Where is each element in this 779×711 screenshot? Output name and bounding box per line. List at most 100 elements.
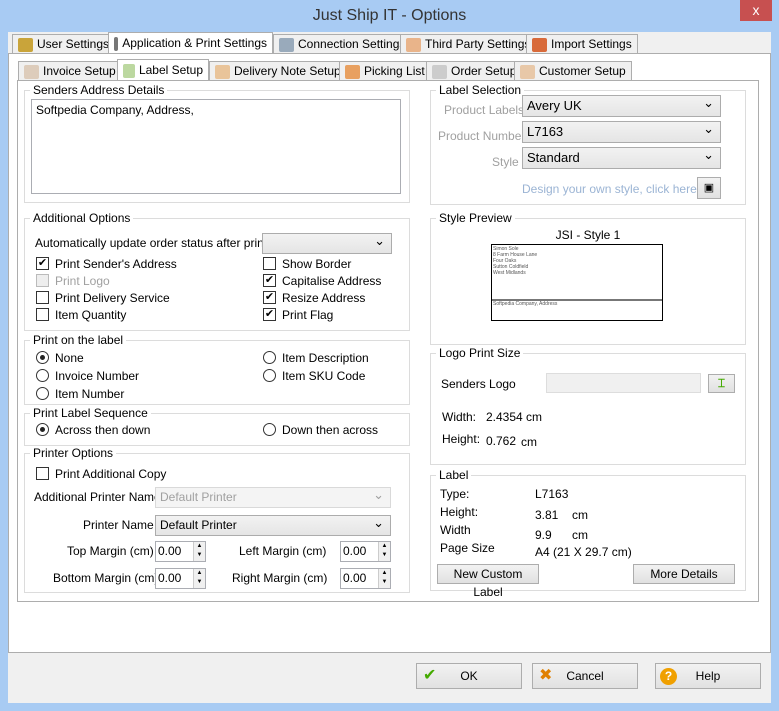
style-select[interactable]: Standard (522, 145, 721, 169)
logo-width-label: Width: (442, 410, 477, 424)
top-margin-spinner[interactable]: 0.00 ▲ ▼ (155, 541, 206, 562)
order-icon (432, 64, 447, 79)
tab-label: Picking List (364, 64, 425, 78)
tab-order-setup[interactable]: Order Setup (426, 61, 523, 81)
print-on-radio[interactable] (263, 351, 276, 364)
tab-customer-setup[interactable]: Customer Setup (514, 61, 632, 81)
auto-update-select[interactable] (262, 231, 392, 254)
option-checkbox[interactable]: ✔ (36, 257, 49, 270)
top-margin-label: Top Margin (cm) (67, 544, 154, 558)
bottom-margin-spinner[interactable]: 0.00 ▲ ▼ (155, 568, 206, 589)
senders-logo-field[interactable] (546, 373, 701, 393)
option-checkbox[interactable]: ✔ (263, 274, 276, 287)
tab-import[interactable]: Import Settings (526, 34, 638, 54)
tab-label: Delivery Note Setup (234, 64, 341, 78)
logo-print-size-group: Logo Print Size (430, 346, 746, 465)
option-label: Print Sender's Address (55, 257, 177, 271)
spin-arrows-icon[interactable]: ▲ ▼ (378, 569, 390, 588)
ok-button[interactable]: ✔ OK (416, 663, 522, 689)
tab-picking-list[interactable]: Picking List (339, 61, 431, 81)
tab-connection[interactable]: Connection Settings (273, 34, 412, 54)
sequence-radio[interactable] (263, 423, 276, 436)
additional-copy-checkbox[interactable] (36, 467, 49, 480)
radio-label: Item Description (282, 351, 369, 365)
close-button[interactable]: x (740, 0, 772, 21)
preview-footer: Softpedia Company, Address (493, 301, 558, 307)
help-icon: ? (660, 668, 677, 685)
gear-user-icon (18, 37, 33, 52)
print-on-radio[interactable] (36, 387, 49, 400)
designer-icon: ▣ (703, 182, 715, 194)
additional-printer-select[interactable]: Default Printer (155, 485, 391, 508)
help-label: Help (695, 669, 721, 683)
more-details-button[interactable]: More Details (633, 564, 735, 584)
option-checkbox[interactable] (36, 291, 49, 304)
spin-arrows-icon[interactable]: ▲ ▼ (193, 569, 205, 588)
tab-label: Invoice Setup (43, 64, 116, 78)
group-label: Print Label Sequence (30, 406, 151, 420)
option-label: Capitalise Address (282, 274, 382, 288)
tab-application-print[interactable]: Application & Print Settings (108, 32, 273, 54)
product-labels-label: Product Labels (444, 103, 525, 117)
senders-address-textarea[interactable]: Softpedia Company, Address, (31, 99, 401, 194)
type-label: Type: (440, 487, 470, 501)
value: 0.00 (158, 571, 182, 585)
option-checkbox[interactable] (263, 257, 276, 270)
value: 0.00 (343, 544, 367, 558)
option-checkbox[interactable] (36, 274, 49, 287)
radio-label: Down then across (282, 423, 379, 437)
spin-arrows-icon[interactable]: ▲ ▼ (378, 542, 390, 561)
product-labels-select[interactable]: Avery UK (522, 93, 721, 117)
printer-name-label: Printer Name (83, 518, 154, 532)
option-checkbox[interactable]: ✔ (263, 308, 276, 321)
style-label: Style (492, 155, 519, 169)
spin-arrows-icon[interactable]: ▲ ▼ (193, 542, 205, 561)
browse-logo-button[interactable]: ⌶ (708, 374, 735, 393)
cancel-button[interactable]: ✖ Cancel (532, 663, 638, 689)
page-size-value: A4 (21 X 29.7 cm) (535, 545, 632, 559)
group-label: Logo Print Size (436, 346, 524, 360)
option-checkbox[interactable] (36, 308, 49, 321)
new-custom-label-button[interactable]: New Custom Label (437, 564, 539, 599)
logo-height-label: Height: (442, 432, 481, 446)
delivery-note-icon (215, 64, 230, 79)
tab-delivery-note[interactable]: Delivery Note Setup (209, 61, 347, 81)
group-label: Print on the label (30, 333, 127, 347)
option-label: Resize Address (282, 291, 366, 305)
window-title: Just Ship IT - Options (312, 7, 467, 24)
print-on-radio[interactable] (263, 369, 276, 382)
group-label: Label (436, 468, 472, 482)
right-margin-spinner[interactable]: 0.00 ▲ ▼ (340, 568, 391, 589)
group-label: Additional Options (30, 211, 134, 225)
print-on-radio[interactable] (36, 369, 49, 382)
help-button[interactable]: ? Help (655, 663, 761, 689)
customer-icon (520, 64, 535, 79)
check-icon: ✔ (423, 667, 437, 684)
option-label: Print Flag (282, 308, 334, 322)
height-unit: cm (572, 508, 588, 522)
left-margin-spinner[interactable]: 0.00 ▲ ▼ (340, 541, 391, 562)
tab-label-setup[interactable]: Label Setup (117, 59, 209, 81)
product-number-select[interactable]: L7163 (522, 119, 721, 143)
height-label: Height: (440, 505, 479, 519)
tab-user-settings[interactable]: User Settings (12, 34, 116, 54)
sequence-radio[interactable] (36, 423, 49, 436)
tab-label: Connection Settings (298, 37, 406, 51)
design-style-link[interactable]: Design your own style, click here > (522, 182, 707, 196)
product-number-label: Product Number (438, 129, 526, 143)
width-label: Width (440, 523, 471, 537)
design-style-button[interactable]: ▣ (697, 177, 721, 199)
print-on-radio[interactable] (36, 351, 49, 364)
printer-name-select[interactable]: Default Printer (155, 513, 391, 536)
group-label: Style Preview (436, 211, 515, 225)
page-size-label: Page Size (440, 541, 495, 555)
tab-label: Customer Setup (539, 64, 626, 78)
preview-style-name: JSI - Style 1 (555, 228, 621, 242)
tab-invoice-setup[interactable]: Invoice Setup (18, 61, 122, 81)
auto-update-label: Automatically update order status after … (35, 236, 284, 250)
additional-printer-label: Additional Printer Name (34, 490, 161, 504)
radio-label: Item Number (55, 387, 125, 401)
option-checkbox[interactable]: ✔ (263, 291, 276, 304)
cancel-label: Cancel (566, 669, 604, 683)
tab-third-party[interactable]: Third Party Settings (400, 34, 537, 54)
